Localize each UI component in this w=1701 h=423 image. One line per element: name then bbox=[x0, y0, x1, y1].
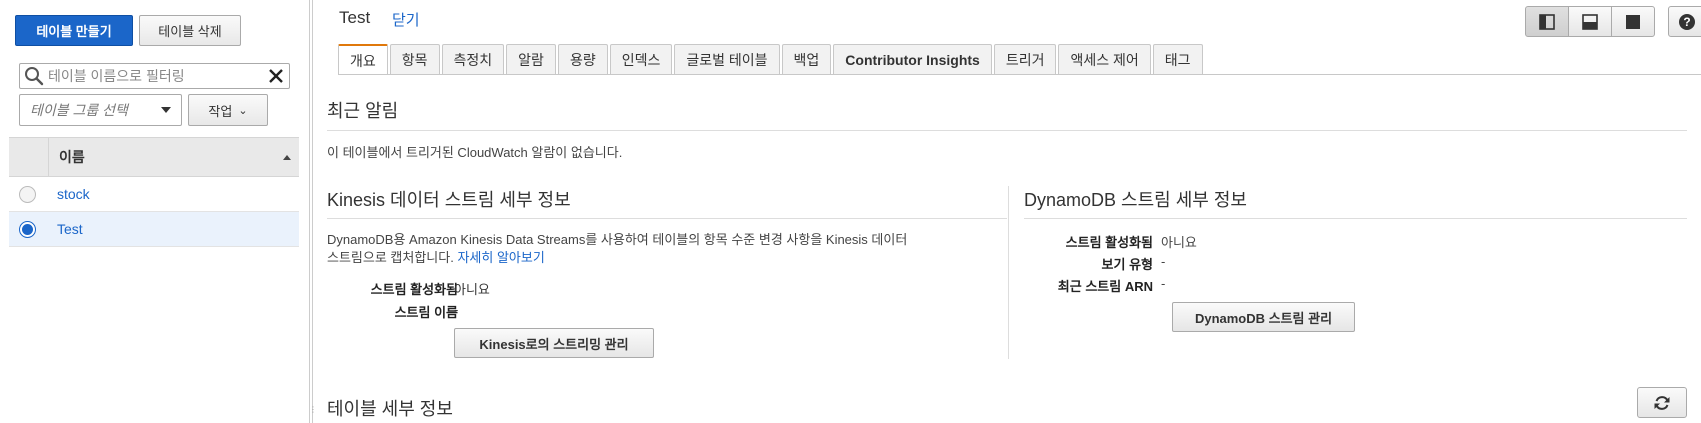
split-vertical-icon bbox=[1539, 13, 1555, 30]
stream-enabled-label: 스트림 활성화됨 bbox=[1065, 235, 1153, 250]
kinesis-stream-name-value: - bbox=[454, 302, 459, 317]
dynamodb-console: 테이블 만들기 테이블 삭제 테이블 이름으로 필터링 테이블 그룹 선택 작업… bbox=[0, 0, 1701, 423]
table-name-link[interactable]: Test bbox=[57, 221, 83, 237]
tab-baseline bbox=[338, 74, 1701, 75]
view-type-label: 보기 유형 bbox=[1101, 257, 1153, 272]
table-group-select[interactable]: 테이블 그룹 선택 bbox=[19, 94, 182, 126]
tab-capacity[interactable]: 용량 bbox=[557, 44, 608, 75]
help-button[interactable]: ? bbox=[1668, 6, 1701, 37]
table-details-heading: 테이블 세부 정보 bbox=[327, 399, 453, 419]
tab-backups[interactable]: 백업 bbox=[781, 44, 832, 75]
tab-overview[interactable]: 개요 bbox=[338, 44, 388, 75]
tab-global-tables[interactable]: 글로벌 테이블 bbox=[674, 44, 780, 75]
filter-placeholder: 테이블 이름으로 필터링 bbox=[48, 68, 185, 84]
tab-alarms[interactable]: 알람 bbox=[506, 44, 556, 75]
tab-access-control[interactable]: 액세스 제어 bbox=[1058, 44, 1151, 75]
refresh-button[interactable] bbox=[1637, 387, 1687, 418]
column-separator bbox=[1008, 186, 1009, 359]
splitter-grip-icon[interactable]: ⋮ bbox=[309, 405, 317, 414]
split-horizontal-icon bbox=[1582, 13, 1598, 30]
search-icon bbox=[25, 67, 44, 86]
table-details-main: Test 닫기 ? 개요 항목 측정치 알람 용량 인덱스 글로벌 테이블 백업… bbox=[314, 0, 1701, 423]
tab-items[interactable]: 항목 bbox=[389, 44, 440, 75]
page-title: Test bbox=[339, 8, 371, 27]
tab-indexes[interactable]: 인덱스 bbox=[609, 44, 673, 75]
row-radio-button[interactable] bbox=[19, 220, 36, 238]
table-row[interactable]: Test bbox=[9, 212, 299, 247]
kinesis-stream-name-label: 스트림 이름 bbox=[394, 305, 458, 320]
manage-dynamodb-stream-button[interactable]: DynamoDB 스트림 관리 bbox=[1172, 302, 1355, 332]
sort-ascending-icon[interactable] bbox=[283, 154, 291, 160]
section-divider bbox=[327, 130, 1687, 131]
view-type-value: - bbox=[1161, 254, 1166, 269]
kinesis-section-heading: Kinesis 데이터 스트림 세부 정보 bbox=[327, 190, 571, 210]
full-panel-icon bbox=[1626, 14, 1640, 29]
kinesis-enabled-value: 아니요 bbox=[454, 282, 490, 297]
create-table-button[interactable]: 테이블 만들기 bbox=[15, 15, 133, 46]
table-list-header[interactable]: 이름 bbox=[9, 137, 299, 177]
actions-label: 작업 bbox=[208, 103, 233, 119]
dynamodb-stream-heading: DynamoDB 스트림 세부 정보 bbox=[1024, 190, 1247, 210]
table-filter-input[interactable]: 테이블 이름으로 필터링 bbox=[19, 63, 290, 89]
caret-down-icon bbox=[161, 107, 171, 113]
table-name-link[interactable]: stock bbox=[57, 186, 90, 202]
layout-toggle-group bbox=[1525, 6, 1655, 37]
refresh-icon bbox=[1654, 395, 1670, 410]
kinesis-description-line2: 스트림으로 캡처합니다. 자세히 알아보기 bbox=[327, 247, 545, 266]
close-link[interactable]: 닫기 bbox=[392, 9, 420, 30]
latest-stream-arn-value: - bbox=[1161, 276, 1166, 291]
tab-tags[interactable]: 태그 bbox=[1152, 44, 1203, 75]
group-select-placeholder: 테이블 그룹 선택 bbox=[30, 102, 128, 118]
layout-split-vertical-button[interactable] bbox=[1525, 6, 1569, 37]
kinesis-enabled-label: 스트림 활성화됨 bbox=[370, 282, 458, 297]
name-column-header[interactable]: 이름 bbox=[59, 147, 283, 167]
tab-metrics[interactable]: 측정치 bbox=[441, 44, 505, 75]
help-icon: ? bbox=[1679, 13, 1695, 30]
kinesis-description-line1: DynamoDB용 Amazon Kinesis Data Streams를 사… bbox=[327, 232, 908, 247]
layout-split-horizontal-button[interactable] bbox=[1568, 6, 1612, 37]
layout-full-button[interactable] bbox=[1611, 6, 1655, 37]
table-list: 이름 stock Test bbox=[9, 137, 299, 247]
no-alarms-message: 이 테이블에서 트리거된 CloudWatch 알람이 없습니다. bbox=[327, 145, 623, 160]
stream-enabled-value: 아니요 bbox=[1161, 235, 1197, 250]
section-divider bbox=[327, 218, 1007, 219]
learn-more-link[interactable]: 자세히 알아보기 bbox=[457, 250, 544, 265]
tab-contributor-insights[interactable]: Contributor Insights bbox=[833, 44, 992, 75]
recent-alarms-heading: 최근 알림 bbox=[327, 101, 399, 121]
table-row[interactable]: stock bbox=[9, 177, 299, 212]
manage-kinesis-streaming-button[interactable]: Kinesis로의 스트리밍 관리 bbox=[454, 328, 654, 358]
kinesis-description-text: 스트림으로 캡처합니다. bbox=[327, 250, 454, 265]
section-divider bbox=[1024, 218, 1687, 219]
panel-splitter[interactable] bbox=[309, 0, 313, 423]
close-icon[interactable] bbox=[265, 65, 287, 87]
actions-dropdown-button[interactable]: 작업 ⌄ bbox=[188, 94, 268, 126]
tab-triggers[interactable]: 트리거 bbox=[993, 44, 1057, 75]
chevron-down-icon: ⌄ bbox=[238, 104, 248, 117]
delete-table-button[interactable]: 테이블 삭제 bbox=[139, 15, 241, 46]
row-radio-button[interactable] bbox=[19, 185, 36, 203]
detail-tabs: 개요 항목 측정치 알람 용량 인덱스 글로벌 테이블 백업 Contribut… bbox=[338, 44, 1205, 75]
table-list-panel: 테이블 만들기 테이블 삭제 테이블 이름으로 필터링 테이블 그룹 선택 작업… bbox=[0, 0, 300, 423]
latest-stream-arn-label: 최근 스트림 ARN bbox=[1057, 279, 1153, 294]
column-divider bbox=[48, 138, 49, 176]
